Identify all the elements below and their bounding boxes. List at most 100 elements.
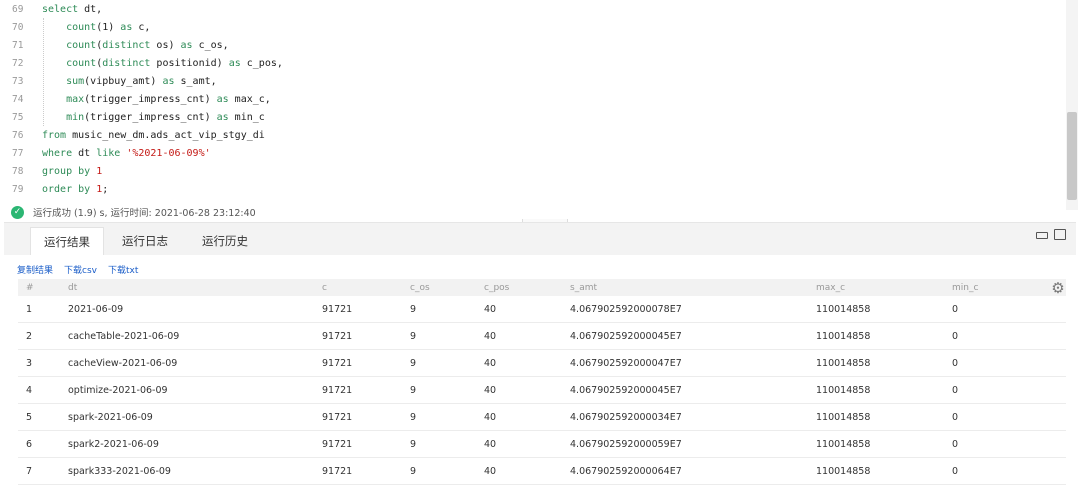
check-circle-icon: ✓ — [11, 205, 24, 219]
code-kw: group by — [42, 165, 91, 177]
download-txt-link[interactable]: 下载txt — [108, 263, 138, 276]
column-header-s-amt[interactable]: s_amt — [570, 279, 597, 296]
code-line[interactable]: 75 min(trigger_impress_cnt) as min_c — [0, 108, 1064, 126]
code-line[interactable]: 72 count(distinct positionid) as c_pos, — [0, 54, 1064, 72]
table-row[interactable]: 4 optimize-2021-06-09 91721 9 40 4.0679025920… — [18, 377, 1066, 404]
line-number: 74 — [12, 93, 24, 105]
table-cell: 0 — [952, 465, 959, 477]
maximize-icon[interactable] — [1054, 229, 1066, 240]
table-row[interactable]: 5 spark-2021-06-09 91721 9 40 4.0679025920000… — [18, 404, 1066, 431]
code-line[interactable]: 74 max(trigger_impress_cnt) as max_c, — [0, 90, 1064, 108]
column-header-max-c[interactable]: max_c — [816, 279, 845, 296]
code-kw: as — [162, 75, 175, 87]
table-cell: 40 — [484, 411, 497, 423]
code-fn: count — [66, 57, 97, 69]
code-token: os) — [150, 39, 181, 51]
table-row[interactable]: 7 spark333-2021-06-09 91721 9 40 4.0679025920… — [18, 458, 1066, 485]
table-cell: 0 — [952, 303, 959, 315]
result-panel: 运行结果 运行日志 运行历史 复制结果 下载csv 下载txt ⚙ # dt c c_… — [4, 222, 1076, 491]
result-actions: 复制结果 下载csv 下载txt — [17, 263, 138, 276]
code-token: s_amt, — [174, 75, 217, 87]
table-cell: 7 — [26, 465, 33, 477]
table-cell: 40 — [484, 357, 497, 369]
table-cell: 0 — [952, 438, 959, 450]
line-number: 75 — [12, 111, 24, 123]
code-text: sum(vipbuy_amt) as s_amt, — [42, 76, 217, 87]
table-cell: 4 — [26, 384, 33, 396]
line-number: 78 — [12, 165, 24, 177]
minimize-icon[interactable] — [1036, 232, 1048, 239]
code-line[interactable]: 69 select dt, — [0, 0, 1064, 18]
column-header-c-pos[interactable]: c_pos — [484, 279, 509, 296]
code-line[interactable]: 73 sum(vipbuy_amt) as s_amt, — [0, 72, 1064, 90]
code-text: group by 1 — [42, 166, 102, 177]
column-header-c-os[interactable]: c_os — [410, 279, 430, 296]
code-line[interactable]: 79 order by 1; — [0, 180, 1064, 198]
code-line[interactable]: 78 group by 1 — [0, 162, 1064, 180]
table-cell: 110014858 — [816, 465, 871, 477]
editor-scrollbar-thumb[interactable] — [1067, 112, 1077, 200]
code-line[interactable]: 76 from music_new_dm.ads_act_vip_stgy_di — [0, 126, 1064, 144]
tab-run-result[interactable]: 运行结果 — [30, 227, 104, 255]
code-fn: count — [66, 39, 97, 51]
table-cell: 5 — [26, 411, 33, 423]
code-line[interactable]: 71 count(distinct os) as c_os, — [0, 36, 1064, 54]
table-cell: 91721 — [322, 357, 353, 369]
code-text: from music_new_dm.ads_act_vip_stgy_di — [42, 130, 265, 141]
table-row[interactable]: 2 cacheTable-2021-06-09 91721 9 40 4.06790259… — [18, 323, 1066, 350]
table-cell: 40 — [484, 384, 497, 396]
line-number: 76 — [12, 129, 24, 141]
table-row[interactable]: 3 cacheView-2021-06-09 91721 9 40 4.067902592… — [18, 350, 1066, 377]
code-text: min(trigger_impress_cnt) as min_c — [42, 112, 265, 123]
table-cell: 110014858 — [816, 330, 871, 342]
table-cell: 4.067902592000047E7 — [570, 357, 682, 369]
code-text: order by 1; — [42, 184, 108, 195]
table-cell: 0 — [952, 384, 959, 396]
table-cell: 91721 — [322, 384, 353, 396]
column-header-index[interactable]: # — [26, 279, 34, 296]
table-cell: 110014858 — [816, 357, 871, 369]
line-number: 70 — [12, 21, 24, 33]
code-text: count(1) as c, — [42, 22, 150, 33]
code-line[interactable]: 70 count(1) as c, — [0, 18, 1064, 36]
table-cell: 4.067902592000045E7 — [570, 330, 682, 342]
table-cell: 0 — [952, 411, 959, 423]
code-token: max_c, — [228, 93, 271, 105]
column-header-c[interactable]: c — [322, 279, 327, 296]
table-cell: 40 — [484, 303, 497, 315]
table-cell: 40 — [484, 465, 497, 477]
code-token: (trigger_impress_cnt) — [84, 111, 217, 123]
code-token: c_pos, — [240, 57, 283, 69]
table-cell: 91721 — [322, 411, 353, 423]
code-kw: as — [228, 57, 241, 69]
column-header-min-c[interactable]: min_c — [952, 279, 978, 296]
download-csv-link[interactable]: 下载csv — [64, 263, 97, 276]
table-cell: 9 — [410, 303, 417, 315]
code-token: (1) — [96, 21, 121, 33]
code-fn: max — [66, 93, 85, 105]
table-cell: 6 — [26, 438, 33, 450]
table-cell: cacheView-2021-06-09 — [68, 357, 178, 369]
table-cell: 4.067902592000078E7 — [570, 303, 682, 315]
table-cell: 91721 — [322, 465, 353, 477]
table-cell: 9 — [410, 411, 417, 423]
code-kw: distinct — [102, 57, 151, 69]
copy-result-link[interactable]: 复制结果 — [17, 263, 53, 276]
table-cell: spark-2021-06-09 — [68, 411, 153, 423]
code-token: dt, — [78, 3, 103, 15]
sql-editor[interactable]: 69 select dt, 70 count(1) as c, 71 count(di… — [0, 0, 1080, 199]
table-cell: 110014858 — [816, 438, 871, 450]
tab-run-log[interactable]: 运行日志 — [110, 227, 180, 255]
table-row[interactable]: 6 spark2-2021-06-09 91721 9 40 4.067902592000… — [18, 431, 1066, 458]
tab-run-history[interactable]: 运行历史 — [188, 227, 262, 255]
table-row[interactable]: 1 2021-06-09 91721 9 40 4.067902592000078E7 11… — [18, 296, 1066, 323]
gear-icon[interactable]: ⚙ — [1050, 280, 1066, 296]
column-header-dt[interactable]: dt — [68, 279, 77, 296]
code-line[interactable]: 77 where dt like '%2021-06-09%' — [0, 144, 1064, 162]
code-kw: distinct — [102, 39, 151, 51]
table-cell: 91721 — [322, 330, 353, 342]
code-kw: order by — [42, 183, 91, 195]
table-cell: 1 — [26, 303, 33, 315]
